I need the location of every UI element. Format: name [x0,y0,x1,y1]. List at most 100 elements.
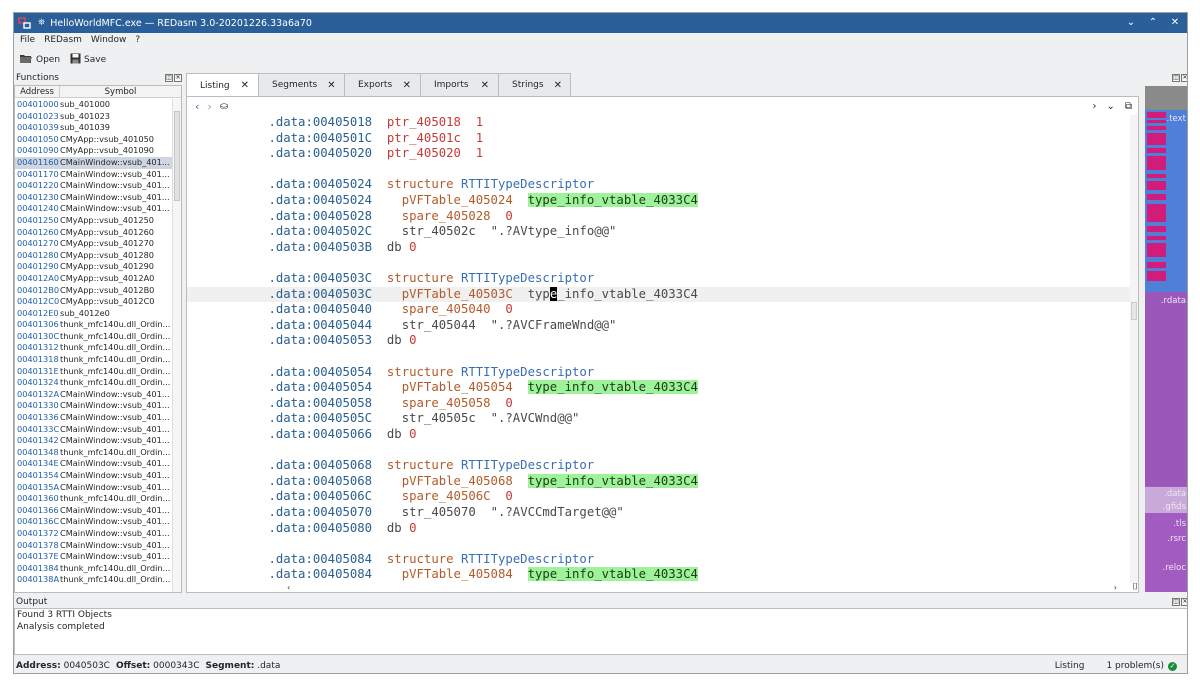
function-row[interactable]: 00401306 thunk_mfc140u.dll_Ordin... [15,319,173,331]
tab-imports[interactable]: Imports ✕ [420,73,499,96]
function-row[interactable]: 00401220 CMainWindow::vsub_401... [15,180,173,192]
float-dock-icon[interactable]: ◫ [1172,74,1180,82]
menu-file[interactable]: File [20,35,35,45]
function-row[interactable]: 0040132A CMainWindow::vsub_401... [15,389,173,401]
maximize-icon[interactable]: ⌃ [1147,13,1159,33]
function-row[interactable]: 004012B0 CMyApp::vsub_4012B0 [15,285,173,297]
camera-icon[interactable]: ⌷ [1133,582,1138,592]
tab-listing[interactable]: Listing ✕ [186,73,259,97]
function-row[interactable]: 00401160 CMainWindow::vsub_401... [15,156,173,169]
copy-icon[interactable]: ⧉ [1125,101,1132,112]
function-row[interactable]: 004012E0 sub_4012e0 [15,308,173,320]
tab-exports[interactable]: Exports ✕ [344,73,421,96]
column-header-address[interactable]: Address [15,86,60,97]
function-row[interactable]: 00401170 CMainWindow::vsub_401... [15,169,173,181]
forward-icon[interactable]: › [207,100,211,113]
function-row[interactable]: 00401260 CMyApp::vsub_401260 [15,227,173,239]
tab-close-icon[interactable]: ✕ [403,80,411,91]
function-row[interactable]: 00401354 CMainWindow::vsub_401... [15,470,173,482]
listing-line[interactable]: .data:0040501C ptr_40501c 1 [187,131,1133,147]
close-dock-icon[interactable]: ✕ [174,74,182,82]
listing-line[interactable] [187,255,1133,271]
function-row[interactable]: 00401023 sub_401023 [15,111,173,123]
tab-close-icon[interactable]: ✕ [327,80,335,91]
listing-line[interactable]: .data:0040503C pVFTable_40503C type_info… [187,286,1133,303]
disassembly-listing[interactable]: .data:00405018 ptr_405018 1 .data:004050… [187,115,1133,583]
function-row[interactable]: 00401384 thunk_mfc140u.dll_Ordin... [15,563,173,575]
listing-line[interactable]: .data:00405066 db 0 [187,427,1133,443]
scroll-right-icon[interactable]: › [1114,583,1117,592]
listing-line[interactable]: .data:0040506C spare_40506C 0 [187,489,1133,505]
function-row[interactable]: 00401290 CMyApp::vsub_401290 [15,261,173,273]
function-row[interactable]: 00401360 thunk_mfc140u.dll_Ordin... [15,493,173,505]
pin-icon[interactable]: ⛯ [38,18,45,28]
scrollbar-thumb[interactable] [1131,302,1137,320]
listing-line[interactable] [187,162,1133,178]
output-log[interactable]: Found 3 RTTI Objects Analysis completed [14,608,1187,655]
listing-line[interactable]: .data:00405024 pVFTable_405024 type_info… [187,193,1133,209]
listing-line[interactable]: .data:0040503B db 0 [187,240,1133,256]
listing-line[interactable]: .data:0040503C structure RTTITypeDescrip… [187,271,1133,287]
menu-window[interactable]: Window [91,35,127,45]
dropdown-chevron-icon[interactable]: ⌄ [1106,101,1114,112]
listing-line[interactable]: .data:0040502C str_40502c ".?AVtype_info… [187,224,1133,240]
scroll-left-icon[interactable]: ‹ [287,583,290,592]
function-row[interactable]: 00401342 CMainWindow::vsub_401... [15,435,173,447]
listing-line[interactable]: .data:0040505C str_40505c ".?AVCWnd@@" [187,411,1133,427]
function-row[interactable]: 004012A0 CMyApp::vsub_4012A0 [15,273,173,285]
listing-line[interactable]: .data:00405020 ptr_405020 1 [187,146,1133,162]
problems-button[interactable]: 1 problem(s) ✓ [1106,661,1177,671]
tab-close-icon[interactable]: ✕ [241,80,249,91]
function-row[interactable]: 00401280 CMyApp::vsub_401280 [15,250,173,262]
function-row[interactable]: 0040131E thunk_mfc140u.dll_Ordin... [15,366,173,378]
listing-line[interactable] [187,349,1133,365]
close-dock-icon[interactable]: ✕ [1181,74,1187,82]
listing-line[interactable] [187,443,1133,459]
listing-line[interactable]: .data:00405044 str_405044 ".?AVCFrameWnd… [187,318,1133,334]
functions-table[interactable]: Address Symbol 00401000 sub_401000 0040102… [14,85,182,593]
function-row[interactable]: 00401378 CMainWindow::vsub_401... [15,540,173,552]
column-header-symbol[interactable]: Symbol [60,86,181,97]
listing-line[interactable]: .data:00405028 spare_405028 0 [187,209,1133,225]
menu-redasm[interactable]: REDasm [44,35,82,45]
function-row[interactable]: 004012C0 CMyApp::vsub_4012C0 [15,296,173,308]
function-row[interactable]: 00401050 CMyApp::vsub_401050 [15,134,173,146]
tab-strings[interactable]: Strings ✕ [498,73,571,96]
listing-token[interactable]: type_info_vtable_4033C4 [527,380,698,395]
listing-line[interactable]: .data:00405058 spare_405058 0 [187,396,1133,412]
function-row[interactable]: 00401336 CMainWindow::vsub_401... [15,412,173,424]
listing-token[interactable]: type_info_vtable_4033C4 [527,473,698,488]
function-row[interactable]: 00401000 sub_401000 [15,99,173,111]
function-row[interactable]: 00401270 CMyApp::vsub_401270 [15,238,173,250]
close-icon[interactable]: ✕ [1169,13,1181,33]
listing-line[interactable]: .data:00405068 pVFTable_405068 type_info… [187,473,1133,490]
function-row[interactable]: 00401230 CMainWindow::vsub_401... [15,192,173,204]
function-row[interactable]: 00401366 CMainWindow::vsub_401... [15,505,173,517]
listing-line[interactable]: .data:00405070 str_405070 ".?AVCCmdTarge… [187,505,1133,521]
listing-line[interactable]: .data:00405054 structure RTTITypeDescrip… [187,365,1133,381]
binoculars-icon[interactable]: ⛀ [220,101,228,112]
open-button[interactable]: Open [19,53,60,67]
listing-line[interactable]: .data:00405084 structure RTTITypeDescrip… [187,552,1133,568]
tab-close-icon[interactable]: ✕ [554,80,562,91]
listing-token[interactable]: type_info_vtable_4033C4 [527,193,698,207]
function-row[interactable]: 00401250 CMyApp::vsub_401250 [15,215,173,227]
function-row[interactable]: 00401090 CMyApp::vsub_401090 [15,145,173,157]
function-row[interactable]: 00401318 thunk_mfc140u.dll_Ordin... [15,354,173,366]
scrollbar-thumb[interactable] [174,111,180,201]
listing-line[interactable]: .data:00405068 structure RTTITypeDescrip… [187,458,1133,474]
function-row[interactable]: 00401240 CMainWindow::vsub_401... [15,203,173,215]
save-button[interactable]: Save [70,53,106,67]
close-dock-icon[interactable]: ✕ [1181,598,1187,606]
title-bar[interactable]: ⛯ HelloWorldMFC.exe — REDasm 3.0-2020122… [14,13,1187,33]
listing-line[interactable]: .data:00405084 pVFTable_405084 type_info… [187,567,1133,583]
menu-help[interactable]: ? [135,35,140,45]
listing-line[interactable] [187,536,1133,552]
listing-vertical-scrollbar[interactable] [1130,115,1138,583]
function-row[interactable]: 0040137E CMainWindow::vsub_401... [15,551,173,563]
float-dock-icon[interactable]: ◫ [165,74,173,82]
listing-line[interactable]: .data:00405053 db 0 [187,333,1133,349]
function-row[interactable]: 00401324 thunk_mfc140u.dll_Ordin... [15,377,173,389]
tab-segments[interactable]: Segments ✕ [258,73,345,96]
segment-map[interactable]: .text .rdata .data .gfids .tls .rsrc .re… [1145,86,1187,592]
